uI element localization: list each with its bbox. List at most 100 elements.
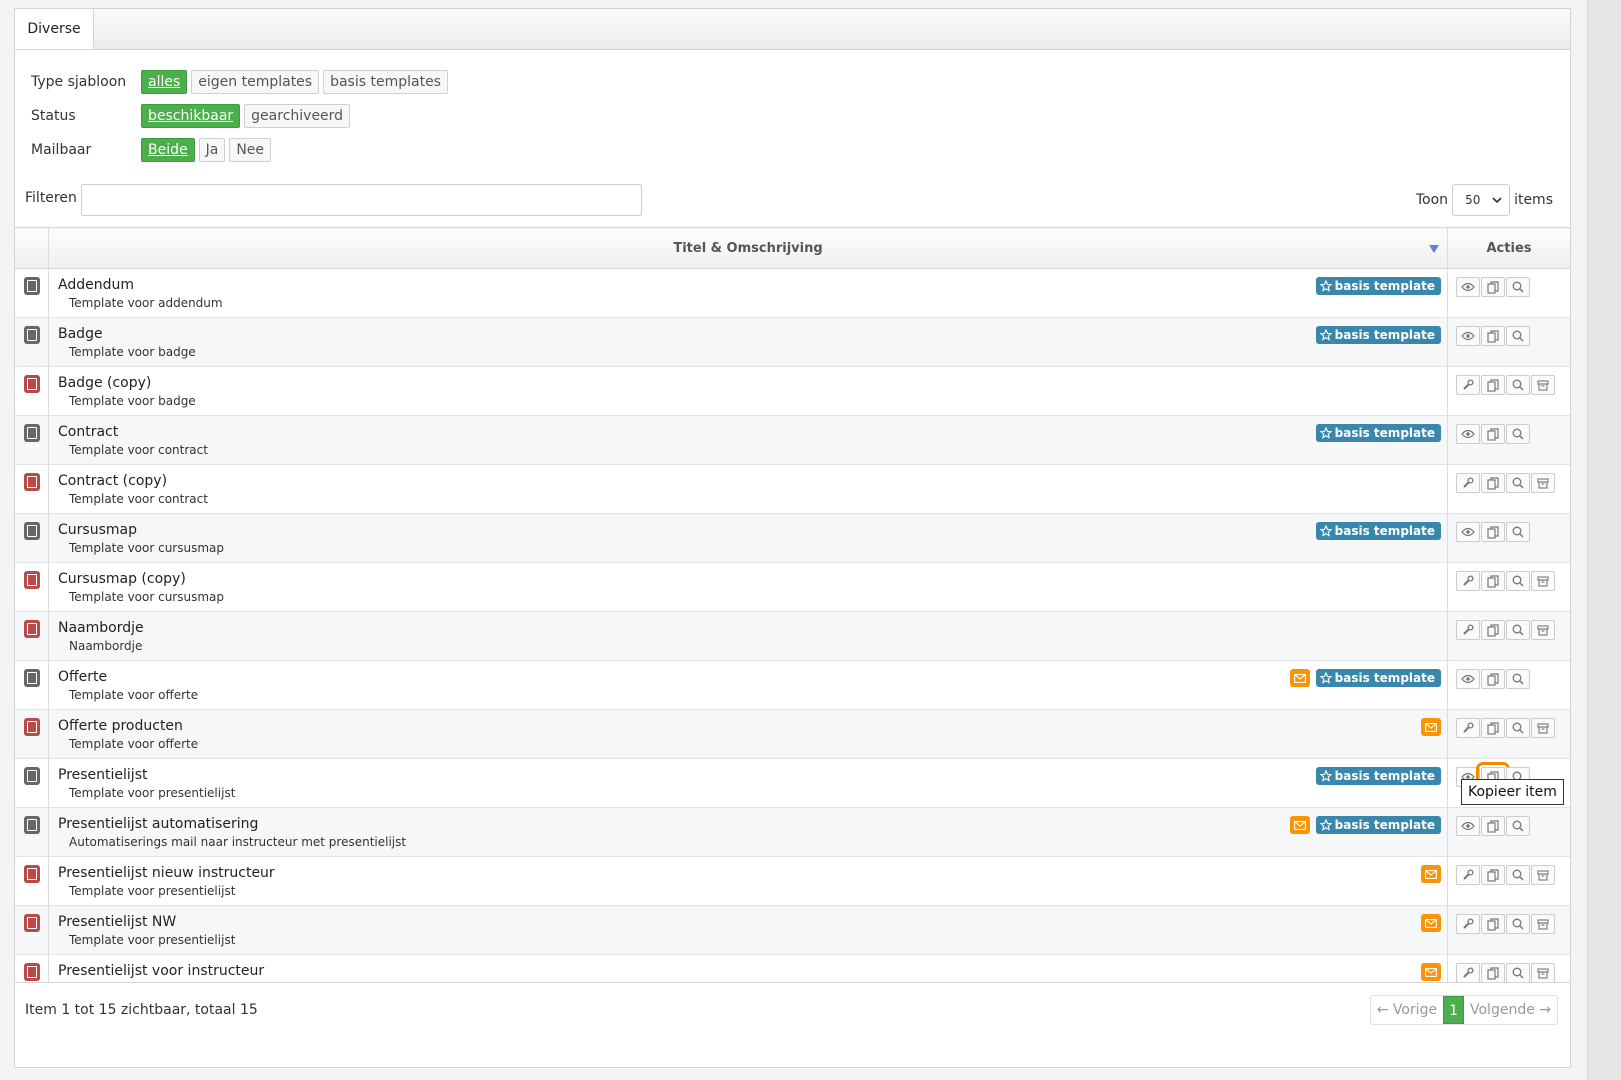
preview-button[interactable] [1506,522,1530,542]
copy-button[interactable] [1481,669,1505,689]
copy-button[interactable] [1481,914,1505,934]
edit-button[interactable] [1456,963,1480,983]
filter-input[interactable] [81,184,642,216]
row-title[interactable]: Presentielijst NW [58,914,176,930]
table-row[interactable]: Cursusmap (copy) Template voor cursusmap [15,562,1570,612]
tab-diverse[interactable]: Diverse [15,9,94,49]
preview-button[interactable] [1506,816,1530,836]
copy-button[interactable] [1481,375,1505,395]
row-title[interactable]: Cursusmap (copy) [58,571,186,587]
copy-button[interactable] [1481,424,1505,444]
edit-button[interactable] [1456,914,1480,934]
copy-button[interactable] [1481,571,1505,591]
pagination-next[interactable]: Volgende → [1464,996,1557,1024]
filter-option[interactable]: Nee [229,138,272,162]
pagination-page-1[interactable]: 1 [1443,996,1464,1024]
copy-button[interactable] [1481,865,1505,885]
preview-button[interactable] [1506,620,1530,640]
preview-button[interactable] [1506,669,1530,689]
row-title[interactable]: Naambordje [58,620,144,636]
filter-option[interactable]: alles [141,70,188,94]
row-title[interactable]: Badge [58,326,103,342]
row-title[interactable]: Offerte [58,669,107,685]
archive-button[interactable] [1531,571,1555,591]
preview-button[interactable] [1506,424,1530,444]
copy-button[interactable] [1481,473,1505,493]
edit-button[interactable] [1456,718,1480,738]
row-title[interactable]: Offerte producten [58,718,183,734]
row-title[interactable]: Presentielijst automatisering [58,816,258,832]
row-actions-cell [1447,464,1570,514]
archive-button[interactable] [1531,914,1555,934]
row-title[interactable]: Contract (copy) [58,473,167,489]
row-title[interactable]: Badge (copy) [58,375,151,391]
archive-button[interactable] [1531,718,1555,738]
filter-option[interactable]: basis templates [323,70,448,94]
copy-button[interactable] [1481,963,1505,983]
archive-button[interactable] [1531,375,1555,395]
preview-button[interactable] [1506,718,1530,738]
archive-button[interactable] [1531,620,1555,640]
page-scrollbar[interactable] [1587,0,1621,1080]
view-button[interactable] [1456,424,1480,444]
archive-button[interactable] [1531,963,1555,983]
view-button[interactable] [1456,816,1480,836]
row-title[interactable]: Cursusmap [58,522,137,538]
row-title-cell: Cursusmap Template voor cursusmap basis te… [48,513,1448,563]
edit-button[interactable] [1456,375,1480,395]
filter-option[interactable]: Beide [141,138,195,162]
header-title-column[interactable]: Titel & Omschrijving [48,227,1448,269]
table-row[interactable]: Presentielijst Template voor presentielij… [15,758,1570,808]
row-title[interactable]: Addendum [58,277,134,293]
table-row[interactable]: Badge (copy) Template voor badge [15,366,1570,416]
preview-button[interactable] [1506,326,1530,346]
archive-button[interactable] [1531,865,1555,885]
edit-button[interactable] [1456,620,1480,640]
copy-button[interactable] [1481,277,1505,297]
view-button[interactable] [1456,326,1480,346]
view-button[interactable] [1456,522,1480,542]
row-title[interactable]: Presentielijst nieuw instructeur [58,865,275,881]
basis-template-badge: basis template [1315,522,1441,540]
page-size-select[interactable]: 50 [1452,184,1511,216]
row-title[interactable]: Contract [58,424,118,440]
copy-button[interactable] [1481,326,1505,346]
table-row[interactable]: Badge Template voor badge basis template [15,317,1570,367]
preview-button[interactable] [1506,914,1530,934]
table-row[interactable]: Contract (copy) Template voor contract [15,464,1570,514]
preview-button[interactable] [1506,277,1530,297]
edit-button[interactable] [1456,865,1480,885]
preview-button[interactable] [1506,865,1530,885]
basis-template-label: basis template [1334,818,1435,832]
table-row[interactable]: Addendum Template voor addendum basis temp… [15,268,1570,318]
edit-button[interactable] [1456,571,1480,591]
copy-button[interactable] [1481,816,1505,836]
edit-button[interactable] [1456,473,1480,493]
preview-button[interactable] [1506,963,1530,983]
table-row[interactable]: Presentielijst automatisering Automatiser… [15,807,1570,857]
filter-option[interactable]: gearchiveerd [244,104,351,128]
copy-button[interactable] [1481,620,1505,640]
pagination-prev[interactable]: ← Vorige [1371,996,1443,1024]
preview-button[interactable] [1506,473,1530,493]
filter-option[interactable]: beschikbaar [141,104,241,128]
table-row[interactable]: Cursusmap Template voor cursusmap basis te… [15,513,1570,563]
table-row[interactable]: Naambordje Naambordje [15,611,1570,661]
preview-button[interactable] [1506,571,1530,591]
table-row[interactable]: Offerte Template voor offerte basis templa… [15,660,1570,710]
view-button[interactable] [1456,277,1480,297]
table-row[interactable]: Offerte producten Template voor offerte [15,709,1570,759]
copy-button[interactable] [1481,522,1505,542]
archive-button[interactable] [1531,473,1555,493]
preview-button[interactable] [1506,375,1530,395]
filter-option[interactable]: eigen templates [191,70,320,94]
row-title[interactable]: Presentielijst [58,767,147,783]
table-row[interactable]: Presentielijst nieuw instructeur Template… [15,856,1570,906]
table-row[interactable]: Contract Template voor contract basis temp… [15,415,1570,465]
row-title[interactable]: Presentielijst voor instructeur [58,963,264,979]
view-button[interactable] [1456,669,1480,689]
filter-option[interactable]: Ja [198,138,226,162]
document-icon [24,424,40,442]
copy-button[interactable] [1481,718,1505,738]
table-row[interactable]: Presentielijst NW Template voor presentie… [15,905,1570,955]
